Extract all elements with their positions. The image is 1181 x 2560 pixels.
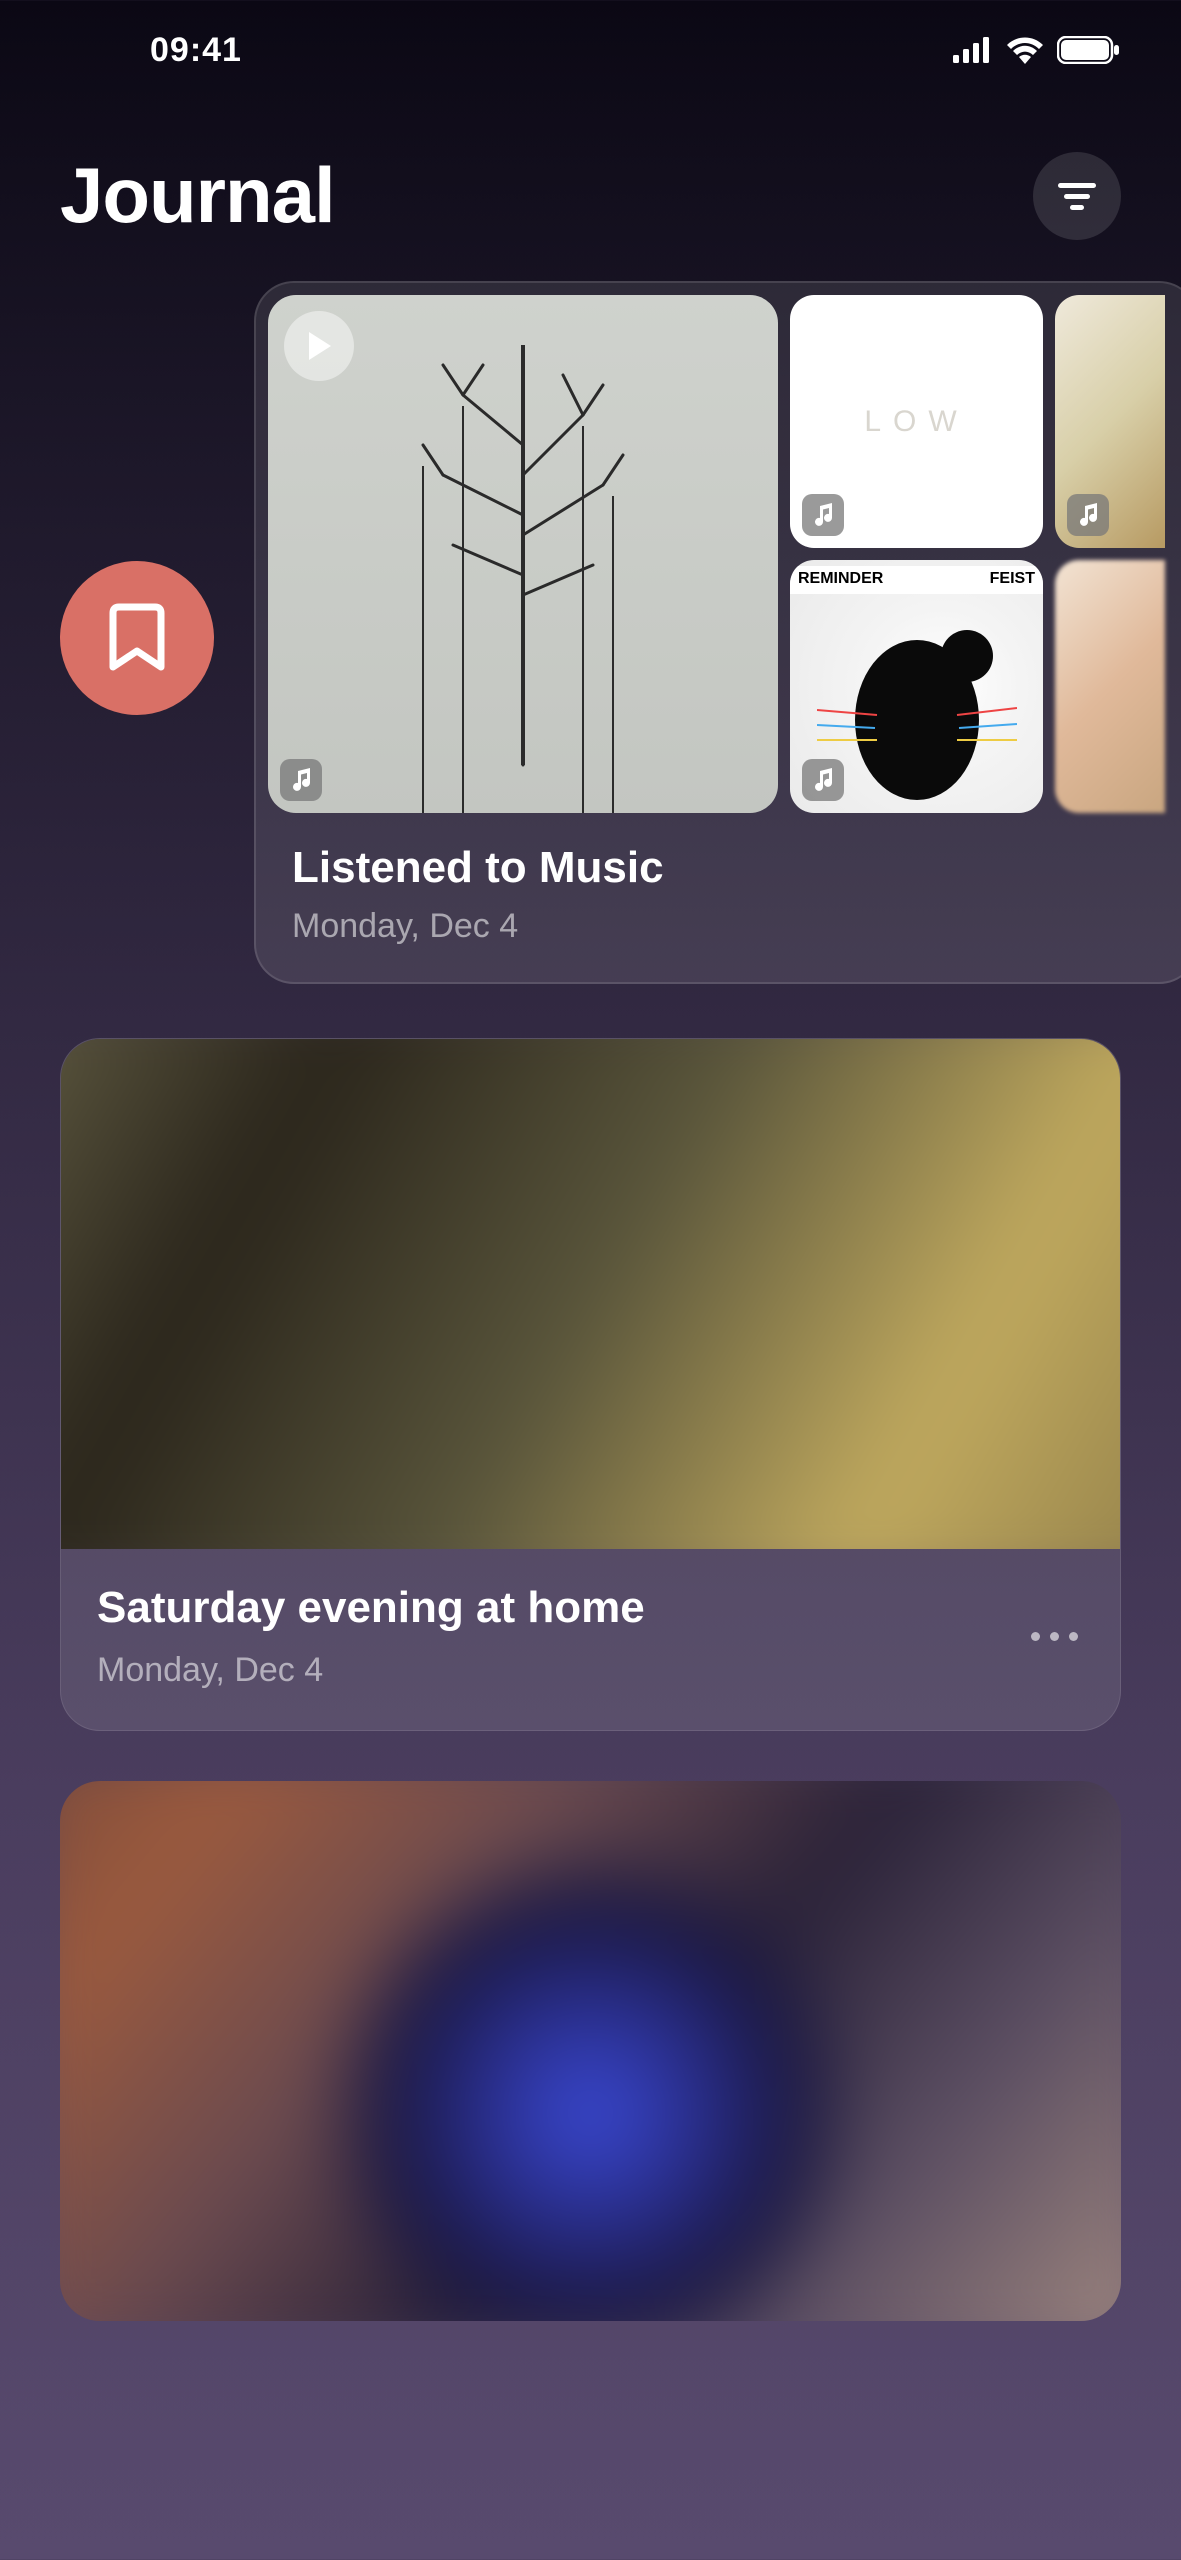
bookmark-icon xyxy=(109,603,165,673)
status-bar: 09:41 xyxy=(0,0,1181,100)
album-small-low[interactable]: LOW xyxy=(790,295,1043,548)
feist-label-right: FEIST xyxy=(990,570,1035,590)
play-icon xyxy=(305,330,333,362)
entry-date: Monday, Dec 4 xyxy=(97,1651,645,1690)
header: Journal xyxy=(0,100,1181,281)
status-icons xyxy=(953,36,1121,64)
play-button[interactable] xyxy=(284,311,354,381)
page-title: Journal xyxy=(60,150,335,241)
entry-title: Saturday evening at home xyxy=(97,1583,645,1633)
music-note-icon xyxy=(812,503,834,527)
ellipsis-icon xyxy=(1031,1632,1040,1641)
ellipsis-icon xyxy=(1050,1632,1059,1641)
entry-title: Listened to Music xyxy=(292,843,1161,893)
entry-photo-1[interactable]: Saturday evening at home Monday, Dec 4 xyxy=(60,1038,1121,1731)
music-badge xyxy=(280,759,322,801)
album-partial-bottom[interactable] xyxy=(1055,560,1165,813)
music-badge xyxy=(802,759,844,801)
status-time: 09:41 xyxy=(150,31,242,70)
bookmark-badge[interactable] xyxy=(60,561,214,715)
entry-photo-preview xyxy=(61,1039,1120,1549)
battery-icon xyxy=(1057,36,1121,64)
entry-date: Monday, Dec 4 xyxy=(292,907,1161,946)
album-small-feist[interactable]: REMINDER FEIST xyxy=(790,560,1043,813)
filter-button[interactable] xyxy=(1033,152,1121,240)
more-button[interactable] xyxy=(1024,1617,1084,1657)
feist-label-left: REMINDER xyxy=(798,570,883,590)
music-badge xyxy=(1067,494,1109,536)
entry-photo-preview xyxy=(60,1781,1121,2321)
entry-music: LOW REMINDER FEIST xyxy=(0,281,1181,984)
music-note-icon xyxy=(290,768,312,792)
cellular-icon xyxy=(953,37,993,63)
wifi-icon xyxy=(1005,36,1045,64)
music-card-meta: Listened to Music Monday, Dec 4 xyxy=(268,813,1181,970)
filter-icon xyxy=(1056,181,1098,211)
ellipsis-icon xyxy=(1069,1632,1078,1641)
album-partial-top[interactable] xyxy=(1055,295,1165,548)
music-note-icon xyxy=(1077,503,1099,527)
music-badge xyxy=(802,494,844,536)
entry-photo-2[interactable] xyxy=(60,1781,1121,2321)
music-card[interactable]: LOW REMINDER FEIST xyxy=(254,281,1181,984)
music-note-icon xyxy=(812,768,834,792)
album-large[interactable] xyxy=(268,295,778,813)
album-grid: LOW REMINDER FEIST xyxy=(268,295,1181,813)
